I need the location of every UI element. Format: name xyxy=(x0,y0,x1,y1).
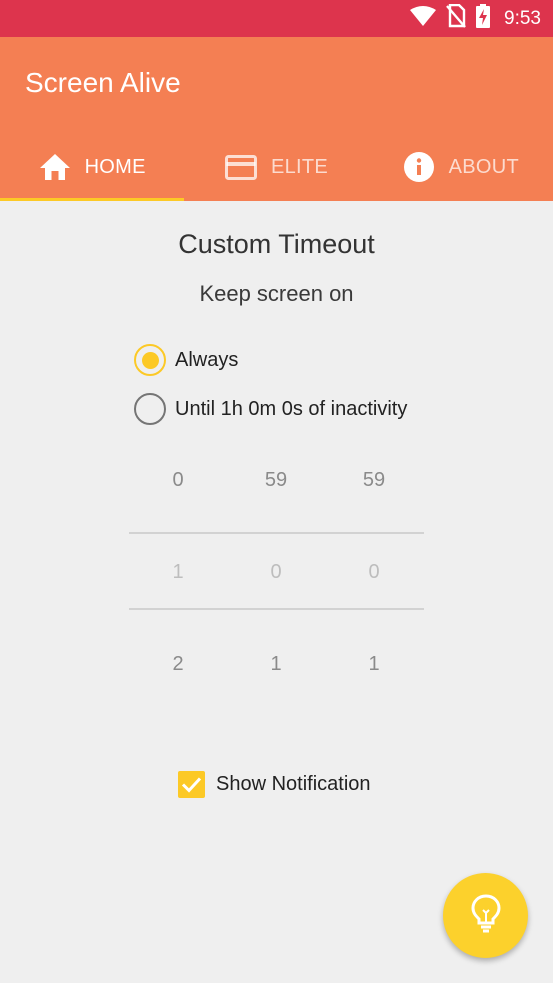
info-icon xyxy=(403,151,435,183)
radio-until-label: Until 1h 0m 0s of inactivity xyxy=(175,397,408,420)
section-title: Custom Timeout xyxy=(178,229,375,259)
show-notification-option[interactable]: Show Notification xyxy=(178,771,371,798)
status-icons: 9:53 xyxy=(410,0,541,37)
card-icon xyxy=(224,154,257,180)
tab-home-label: HOME xyxy=(84,155,146,178)
no-sim-icon xyxy=(446,3,466,33)
radio-button-unchecked[interactable] xyxy=(134,393,166,425)
tab-about[interactable]: ABOUT xyxy=(369,133,553,201)
picker-hours[interactable]: 0 1 2 xyxy=(129,440,227,700)
time-picker: 0 1 2 59 0 1 59 0 1 xyxy=(129,440,424,700)
app-title: Screen Alive xyxy=(25,67,181,98)
tab-about-label: ABOUT xyxy=(448,155,520,178)
tab-home[interactable]: HOME xyxy=(0,133,184,201)
picker-hours-prev: 0 xyxy=(172,469,184,491)
picker-minutes-next: 1 xyxy=(270,653,282,675)
tab-bar: HOME ELITE ABOUT xyxy=(0,133,553,201)
status-bar: 9:53 xyxy=(0,0,553,37)
check-icon xyxy=(181,777,202,793)
radio-dot xyxy=(141,351,159,369)
radio-always-label: Always xyxy=(175,348,239,371)
show-notification-checkbox[interactable] xyxy=(178,771,205,798)
battery-charging-icon xyxy=(476,4,491,33)
home-icon xyxy=(39,153,71,181)
app-bar: Screen Alive HOME ELITE ABOUT xyxy=(0,37,553,201)
radio-always[interactable]: Always xyxy=(134,344,238,376)
picker-minutes[interactable]: 59 0 1 xyxy=(227,440,325,700)
section-subtitle: Keep screen on xyxy=(199,281,354,306)
picker-seconds-selected: 0 xyxy=(368,561,380,583)
wifi-icon xyxy=(410,6,437,31)
status-time: 9:53 xyxy=(504,7,541,29)
picker-minutes-selected: 0 xyxy=(270,561,282,583)
radio-until-inactivity[interactable]: Until 1h 0m 0s of inactivity xyxy=(134,393,407,425)
picker-minutes-prev: 59 xyxy=(264,469,288,491)
lightbulb-fab-button[interactable] xyxy=(443,873,528,958)
tab-elite-label: ELITE xyxy=(270,155,329,178)
picker-seconds-next: 1 xyxy=(368,653,380,675)
picker-seconds[interactable]: 59 0 1 xyxy=(325,440,423,700)
tab-elite[interactable]: ELITE xyxy=(184,133,368,201)
radio-button-checked[interactable] xyxy=(134,344,166,376)
tab-indicator xyxy=(0,198,184,201)
lightbulb-icon xyxy=(469,893,503,938)
picker-hours-selected: 1 xyxy=(172,561,184,583)
show-notification-label: Show Notification xyxy=(216,773,371,795)
picker-seconds-prev: 59 xyxy=(362,469,386,491)
picker-hours-next: 2 xyxy=(172,653,184,675)
